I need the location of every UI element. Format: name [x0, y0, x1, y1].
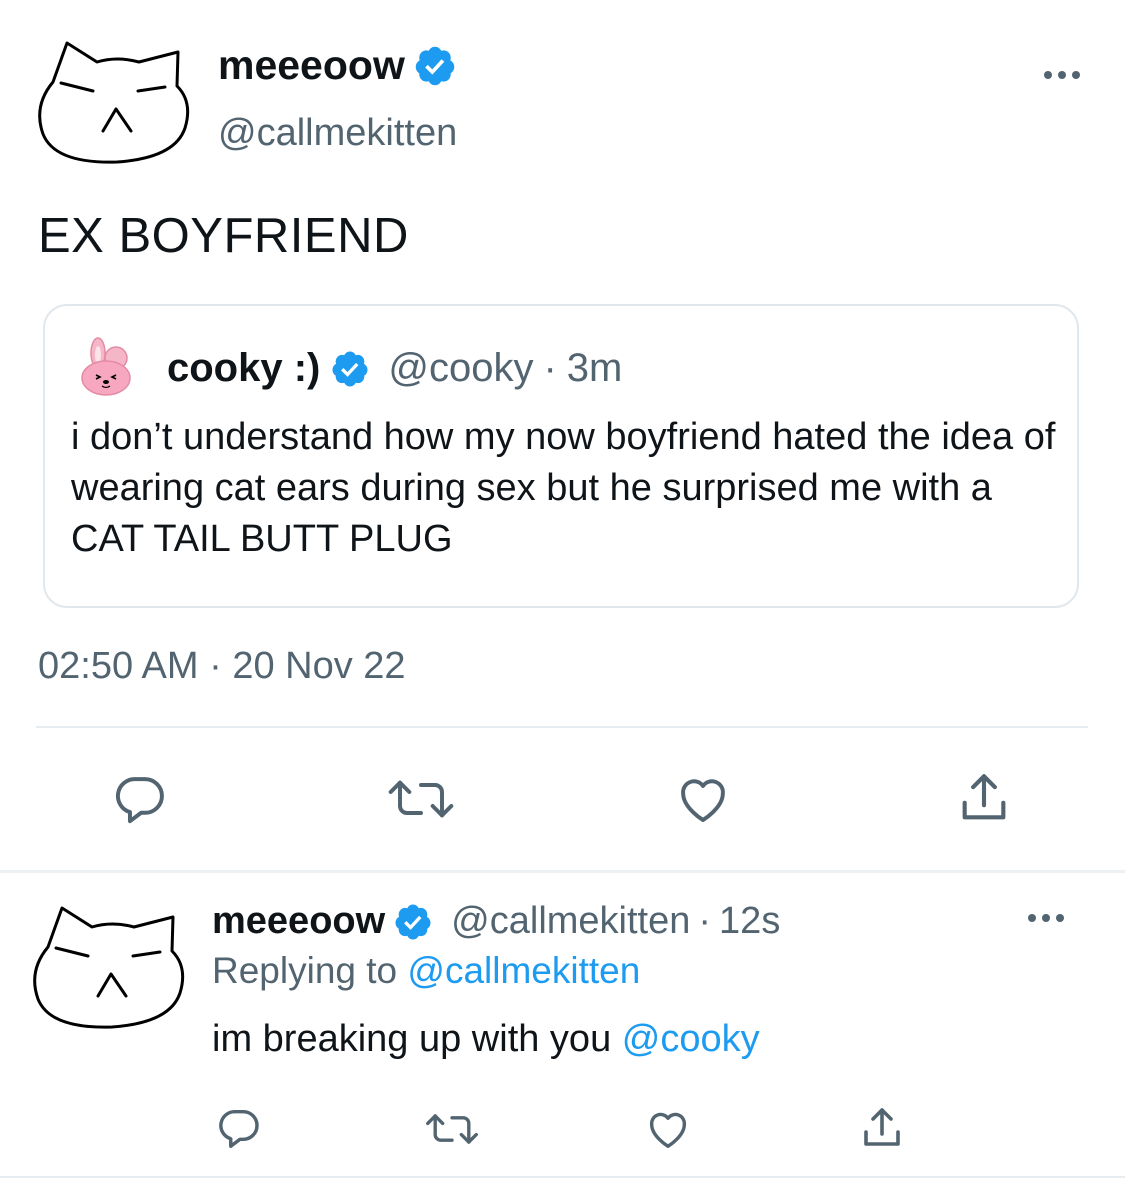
tweet-text: EX BOYFRIEND [38, 209, 409, 263]
meta-separator: · [543, 346, 557, 390]
avatar[interactable] [30, 905, 190, 1030]
verified-badge-icon [332, 351, 368, 386]
author-handle[interactable]: @callmekitten [218, 112, 457, 155]
quoted-tweet-text: i don’t understand how my now boyfriend … [71, 416, 1056, 560]
avatar[interactable] [35, 40, 195, 165]
share-icon[interactable] [858, 1104, 906, 1152]
quoted-time[interactable]: 3m [567, 346, 623, 391]
divider [36, 726, 1088, 728]
heart-icon[interactable] [644, 1106, 692, 1152]
heart-icon[interactable] [674, 771, 732, 827]
divider [0, 1176, 1125, 1178]
retweet-icon[interactable] [386, 771, 456, 827]
verified-badge-icon [415, 46, 455, 85]
section-divider [0, 870, 1125, 873]
verified-badge-icon [395, 904, 431, 939]
reply-author-name[interactable]: meeeoow [212, 900, 385, 943]
replying-to-label: Replying to [212, 950, 398, 991]
comment-icon[interactable] [216, 1105, 262, 1151]
reply-text: im breaking up with you [212, 1018, 612, 1060]
more-icon[interactable] [1028, 914, 1064, 922]
quoted-tweet-card[interactable]: cooky :) @cooky · 3m i don’t understand … [43, 304, 1079, 608]
quoted-author-handle[interactable]: @cooky [388, 346, 533, 391]
tweet-timestamp[interactable]: 02:50 AM · 20 Nov 22 [38, 645, 406, 688]
quoted-author-name[interactable]: cooky :) [167, 346, 320, 391]
comment-icon[interactable] [112, 771, 168, 827]
mention-link[interactable]: @cooky [622, 1018, 760, 1060]
cooky-avatar[interactable] [79, 336, 135, 396]
author-name[interactable]: meeeoow [218, 42, 405, 89]
replying-to-handle[interactable]: @callmekitten [407, 950, 640, 991]
more-icon[interactable] [1044, 71, 1080, 79]
meta-separator: · [698, 900, 712, 942]
retweet-icon[interactable] [424, 1106, 480, 1152]
reply-author-handle[interactable]: @callmekitten [451, 900, 690, 943]
reply-time[interactable]: 12s [719, 900, 780, 943]
share-icon[interactable] [954, 769, 1014, 827]
